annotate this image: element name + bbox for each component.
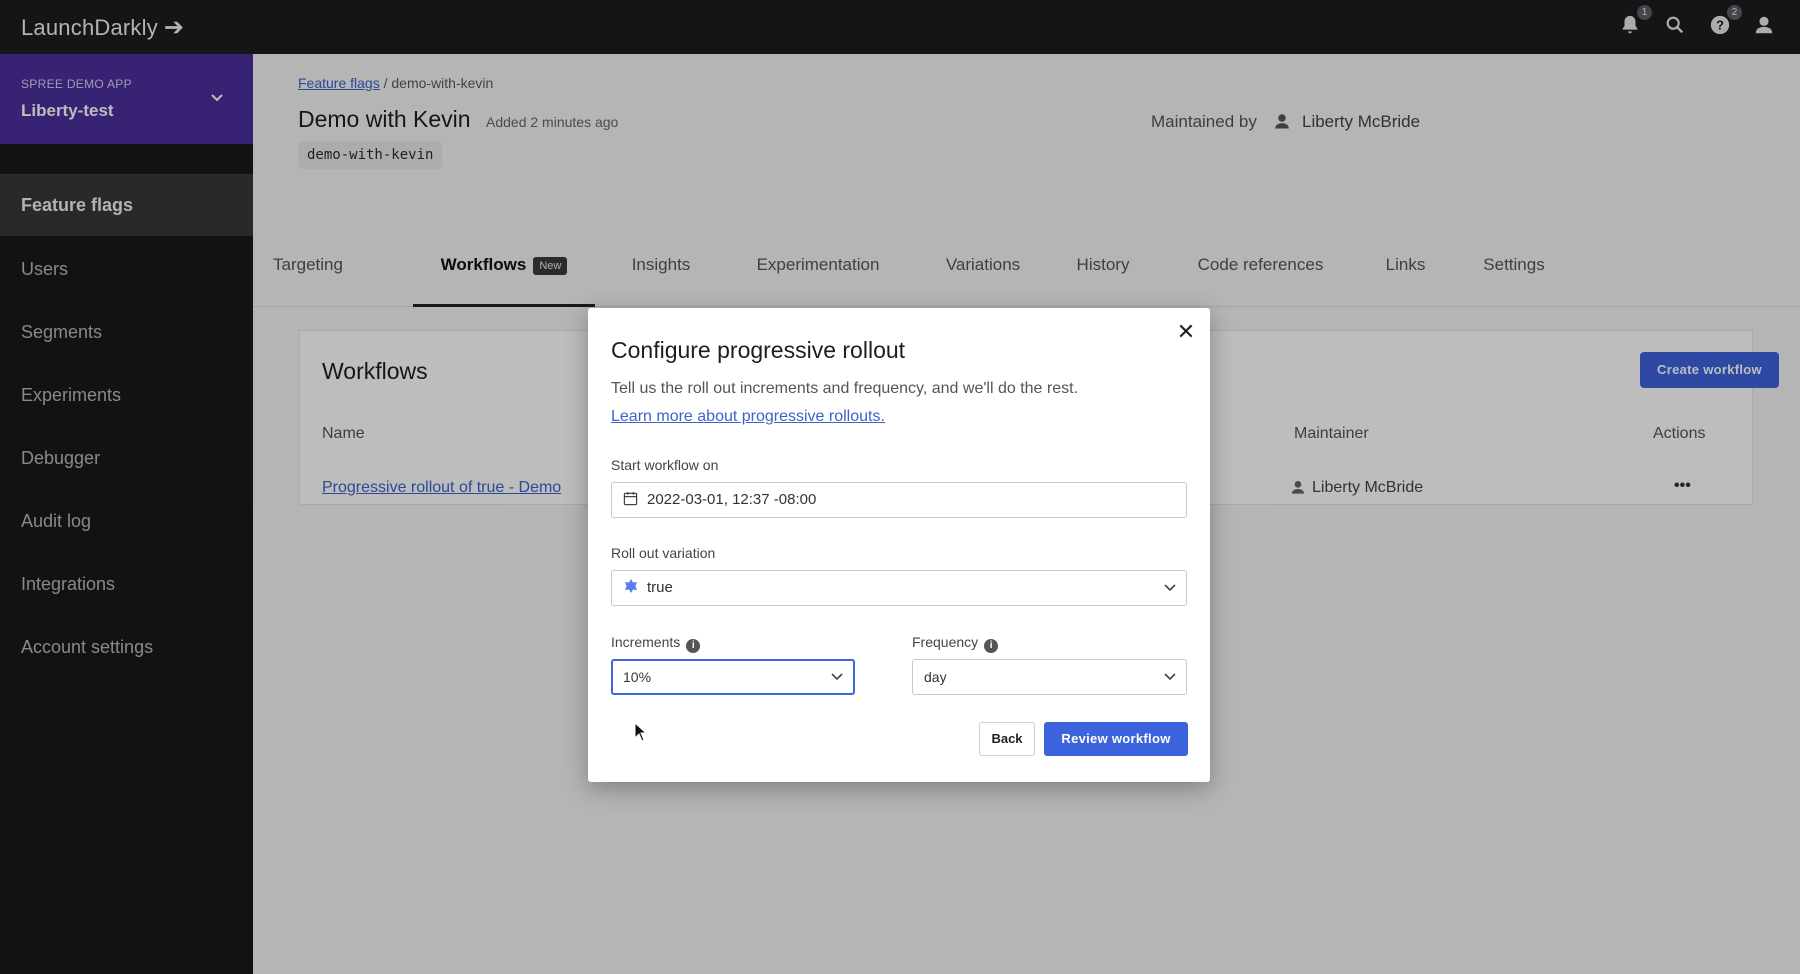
frequency-label: Frequency i bbox=[912, 634, 999, 653]
review-workflow-button[interactable]: Review workflow bbox=[1044, 722, 1188, 756]
start-date-field[interactable]: 2022-03-01, 12:37 -08:00 bbox=[611, 482, 1187, 518]
start-date-value: 2022-03-01, 12:37 -08:00 bbox=[647, 491, 817, 508]
modal-title: Configure progressive rollout bbox=[611, 337, 906, 363]
increments-select[interactable]: 10% bbox=[611, 659, 855, 695]
calendar-icon bbox=[623, 483, 638, 517]
chevron-down-icon bbox=[831, 661, 843, 693]
variation-color-icon bbox=[623, 571, 639, 605]
variation-select[interactable]: true bbox=[611, 570, 1187, 606]
progressive-rollout-modal: Configure progressive rollout ✕ Tell us … bbox=[588, 308, 1210, 782]
info-icon[interactable]: i bbox=[984, 639, 999, 653]
frequency-value: day bbox=[924, 669, 947, 685]
app-root: LaunchDarkly ➔ 1 ? 2 SPREE DEMO APP Liber… bbox=[0, 0, 1800, 974]
frequency-select[interactable]: day bbox=[912, 659, 1187, 695]
variation-value: true bbox=[647, 579, 673, 596]
roll-out-variation-label: Roll out variation bbox=[611, 545, 716, 561]
start-workflow-label: Start workflow on bbox=[611, 457, 719, 473]
increments-label: Increments i bbox=[611, 634, 701, 653]
modal-description: Tell us the roll out increments and freq… bbox=[611, 380, 1079, 397]
frequency-label-text: Frequency bbox=[912, 634, 979, 650]
chevron-down-icon bbox=[1164, 571, 1176, 605]
learn-more-link[interactable]: Learn more about progressive rollouts. bbox=[611, 408, 885, 426]
info-icon[interactable]: i bbox=[686, 639, 701, 653]
chevron-down-icon bbox=[1164, 660, 1176, 694]
close-icon[interactable]: ✕ bbox=[1175, 321, 1197, 343]
back-button[interactable]: Back bbox=[979, 722, 1035, 756]
increments-value: 10% bbox=[623, 669, 652, 685]
increments-label-text: Increments bbox=[611, 634, 681, 650]
mouse-cursor-icon bbox=[634, 721, 648, 742]
